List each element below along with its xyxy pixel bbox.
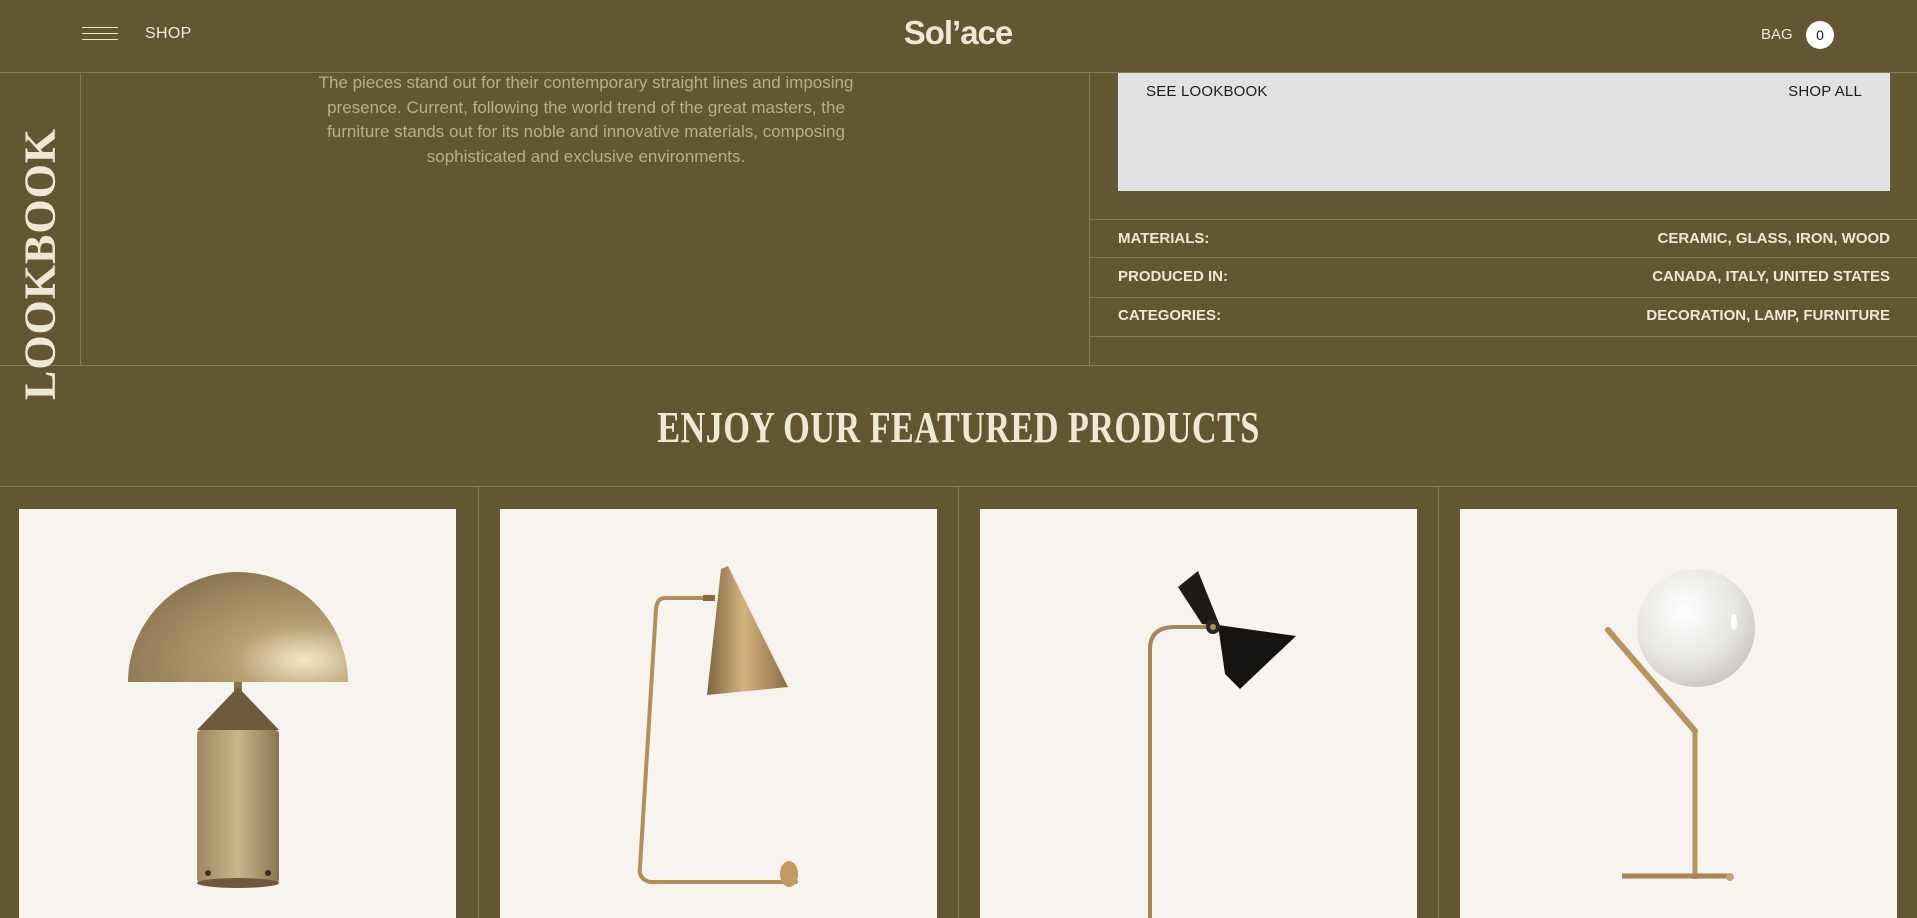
detail-row-materials: MATERIALS: CERAMIC, GLASS, IRON, WOOD — [1090, 219, 1890, 258]
grid-divider — [958, 486, 959, 918]
globe-table-lamp-image — [1605, 569, 1755, 881]
dome-table-lamp-image — [128, 572, 348, 888]
section-divider — [80, 72, 81, 365]
see-lookbook-link[interactable]: SEE LOOKBOOK — [1146, 83, 1268, 100]
featured-products-title: ENJOY OUR FEATURED PRODUCTS — [657, 403, 1260, 452]
detail-value: CANADA, ITALY, UNITED STATES — [1652, 268, 1890, 285]
cone-desk-lamp-image — [637, 566, 798, 887]
shop-link[interactable]: SHOP — [145, 25, 192, 43]
black-floor-lamp-image — [1148, 571, 1296, 918]
grid-divider — [478, 486, 479, 918]
site-logo[interactable]: Sol’ace — [858, 14, 1058, 52]
shop-all-link[interactable]: SHOP ALL — [1788, 83, 1862, 100]
detail-label: PRODUCED IN: — [1118, 268, 1229, 285]
lookbook-description: The pieces stand out for their contempor… — [318, 73, 854, 166]
product-card[interactable] — [980, 509, 1417, 918]
grid-divider — [1438, 486, 1439, 918]
section-divider — [0, 365, 1917, 366]
detail-divider — [1090, 336, 1917, 337]
bag-count-badge[interactable]: 0 — [1806, 21, 1834, 49]
product-card[interactable] — [19, 509, 456, 918]
bag-link[interactable]: BAG — [1761, 26, 1793, 43]
lookbook-vertical-title: LOOKBOOK — [14, 128, 66, 400]
detail-label: MATERIALS: — [1118, 230, 1210, 247]
detail-value: CERAMIC, GLASS, IRON, WOOD — [1657, 230, 1891, 247]
lookbook-card[interactable]: SEE LOOKBOOK SHOP ALL — [1118, 73, 1890, 191]
detail-row-categories: CATEGORIES: DECORATION, LAMP, FURNITURE — [1090, 296, 1890, 335]
product-card[interactable] — [500, 509, 937, 918]
lookbook-title-text: LOOKBOOK — [15, 127, 65, 401]
detail-row-produced-in: PRODUCED IN: CANADA, ITALY, UNITED STATE… — [1090, 257, 1890, 296]
site-header: SHOP Sol’ace BAG 0 — [0, 0, 1917, 72]
hamburger-icon[interactable] — [82, 27, 118, 45]
product-card[interactable] — [1460, 509, 1897, 918]
detail-value: DECORATION, LAMP, FURNITURE — [1646, 307, 1890, 324]
detail-label: CATEGORIES: — [1118, 307, 1222, 324]
